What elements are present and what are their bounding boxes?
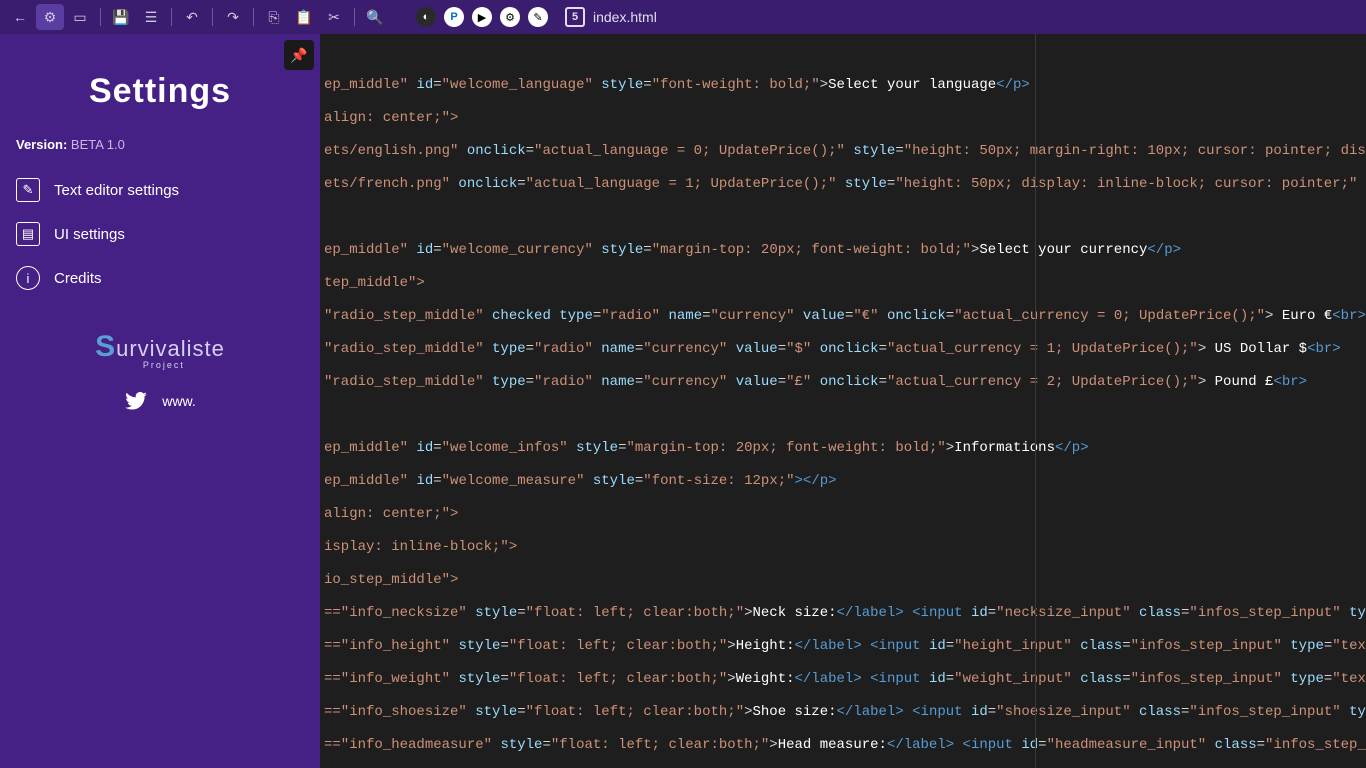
sidebar-item-label: Credits: [54, 270, 102, 287]
ruler-line: [1035, 34, 1036, 768]
code-editor[interactable]: ep_middle" id="welcome_language" style="…: [320, 34, 1366, 768]
version-value: BETA 1.0: [71, 137, 125, 152]
back-button[interactable]: ←: [6, 4, 34, 30]
info-icon: i: [16, 266, 40, 290]
save-icon[interactable]: 💾: [107, 4, 135, 30]
app-icon-2[interactable]: P: [444, 7, 464, 27]
topbar: ← ⚙ ▭ 💾 ☰ ↶ ↷ ⎘ 📋 ✂ 🔍 ◐ P ▶ ⚙ ✎ 5 index.…: [0, 0, 1366, 34]
separator: [354, 8, 355, 26]
separator: [212, 8, 213, 26]
edit-icon[interactable]: ✎: [528, 7, 548, 27]
twitter-icon[interactable]: [124, 392, 148, 410]
sidebar-item-credits[interactable]: i Credits: [0, 256, 320, 300]
html5-icon: 5: [565, 7, 585, 27]
file-tab[interactable]: 5 index.html: [565, 7, 657, 27]
social-row: www.: [0, 392, 320, 410]
separator: [100, 8, 101, 26]
filename: index.html: [593, 9, 657, 25]
main: 📌 Settings Version: BETA 1.0 ✎ Text edit…: [0, 34, 1366, 768]
pin-button[interactable]: 📌: [284, 40, 314, 70]
logo: Survivaliste Project: [95, 330, 225, 370]
list-icon[interactable]: ☰: [137, 4, 165, 30]
play-icon[interactable]: ▶: [472, 7, 492, 27]
gear-icon[interactable]: ⚙: [500, 7, 520, 27]
sidebar: 📌 Settings Version: BETA 1.0 ✎ Text edit…: [0, 34, 320, 768]
separator: [171, 8, 172, 26]
panel-icon[interactable]: ▭: [66, 4, 94, 30]
undo-icon[interactable]: ↶: [178, 4, 206, 30]
pencil-icon: ✎: [16, 178, 40, 202]
settings-gear-icon[interactable]: ⚙: [36, 4, 64, 30]
app-icon-1[interactable]: ◐: [416, 7, 436, 27]
cut-icon[interactable]: ✂: [320, 4, 348, 30]
version-label: Version:: [16, 137, 67, 152]
separator: [253, 8, 254, 26]
zoom-icon[interactable]: 🔍: [361, 4, 389, 30]
copy-icon[interactable]: ⎘: [260, 4, 288, 30]
paste-icon[interactable]: 📋: [290, 4, 318, 30]
sidebar-item-label: UI settings: [54, 226, 125, 243]
version-row: Version: BETA 1.0: [0, 137, 320, 168]
sidebar-title: Settings: [0, 72, 320, 111]
sidebar-item-label: Text editor settings: [54, 182, 179, 199]
sidebar-item-text-editor[interactable]: ✎ Text editor settings: [0, 168, 320, 212]
sidebar-item-ui[interactable]: ▤ UI settings: [0, 212, 320, 256]
layout-icon: ▤: [16, 222, 40, 246]
redo-icon[interactable]: ↷: [219, 4, 247, 30]
social-www[interactable]: www.: [162, 393, 195, 409]
